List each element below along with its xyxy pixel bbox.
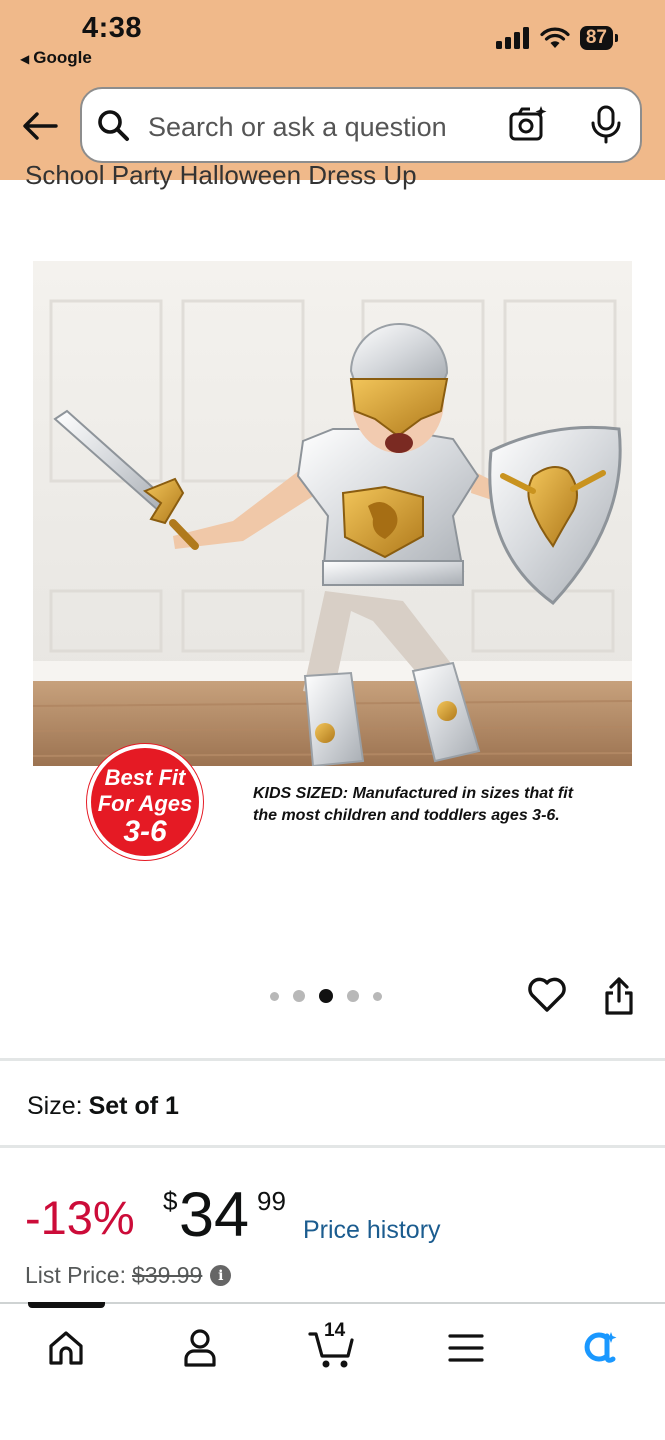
divider: [0, 1145, 665, 1148]
nav-home[interactable]: [42, 1324, 90, 1372]
rufus-assistant-icon: [584, 1332, 617, 1363]
carousel-dot[interactable]: [373, 991, 382, 1001]
camera-search-icon[interactable]: [508, 104, 548, 144]
list-price-value: $39.99: [131, 1262, 203, 1288]
age-badge-line1: Best Fit: [104, 765, 186, 790]
top-header: 4:38 ◀ Google 87 Search or ask a question: [0, 0, 665, 180]
nav-menu[interactable]: [442, 1324, 490, 1372]
age-badge: Best Fit For Ages 3-6: [87, 744, 203, 860]
carousel-dot[interactable]: [347, 990, 359, 1002]
nav-active-indicator: [28, 1302, 105, 1308]
list-price: List Price: $39.99 i: [25, 1262, 232, 1289]
divider: [0, 1058, 665, 1061]
discount-percent: -13%: [25, 1191, 135, 1244]
wifi-icon: [540, 27, 570, 48]
image-caption-area: Best Fit For Ages 3-6 KIDS SIZED: Manufa…: [33, 744, 632, 876]
size-label: Size:: [27, 1092, 83, 1120]
price-block: -13% $ 34 99 Price history: [25, 1180, 645, 1260]
signal-icon: [495, 27, 529, 49]
image-caption-text: KIDS SIZED: Manufactured in sizes that f…: [253, 785, 574, 824]
menu-icon: [448, 1334, 484, 1362]
bottom-nav: 14: [0, 1302, 665, 1440]
carousel-dot-active[interactable]: [319, 989, 333, 1003]
info-icon[interactable]: i: [210, 1265, 232, 1286]
home-icon: [49, 1331, 83, 1365]
back-app-label: Google: [33, 48, 92, 67]
account-icon: [184, 1329, 216, 1367]
battery-indicator: 87: [579, 26, 619, 50]
carousel-dots[interactable]: [270, 989, 382, 1003]
price-fraction: 99: [257, 1186, 286, 1216]
back-button[interactable]: [20, 106, 60, 146]
nav-account[interactable]: [176, 1324, 224, 1372]
status-icons: 87: [495, 26, 619, 50]
size-value: Set of 1: [88, 1092, 179, 1120]
heart-icon[interactable]: [527, 975, 567, 1015]
back-to-app-link[interactable]: ◀ Google: [20, 48, 92, 68]
price-whole: 34: [179, 1180, 250, 1250]
carousel-dot[interactable]: [293, 990, 305, 1002]
search-bar[interactable]: Search or ask a question: [80, 87, 642, 163]
age-badge-line2: For Ages: [97, 791, 193, 816]
knight-costume-photo: [33, 261, 632, 766]
carousel-dot[interactable]: [270, 991, 279, 1001]
age-badge-line3: 3-6: [123, 815, 167, 848]
size-selector[interactable]: Size: Set of 1: [27, 1092, 179, 1121]
back-arrow-icon: [23, 112, 58, 140]
product-image[interactable]: [33, 261, 632, 766]
nav-rufus[interactable]: [574, 1324, 622, 1372]
microphone-icon[interactable]: [588, 105, 624, 145]
product-title: School Party Halloween Dress Up: [25, 160, 417, 190]
share-icon[interactable]: [603, 975, 635, 1017]
status-time: 4:38: [82, 12, 143, 44]
price-history-link[interactable]: Price history: [303, 1216, 441, 1245]
cart-count-badge: 14: [324, 1320, 346, 1341]
list-price-label: List Price:: [25, 1262, 126, 1288]
price-currency: $: [163, 1186, 178, 1216]
search-icon: [98, 110, 129, 141]
search-input[interactable]: Search or ask a question: [148, 112, 447, 143]
back-triangle-icon: ◀: [20, 52, 30, 66]
